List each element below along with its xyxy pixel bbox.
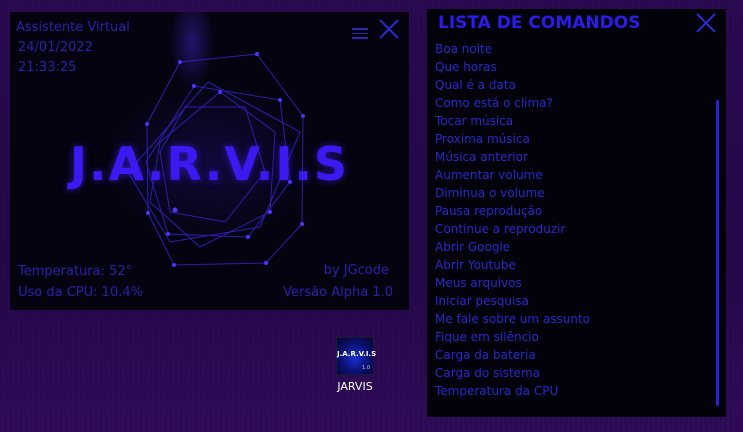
- command-list-title: LISTA DE COMANDOS: [438, 13, 641, 33]
- command-item: Continue a reproduzir: [435, 222, 566, 236]
- scrollbar[interactable]: [716, 100, 719, 406]
- desktop-icon-label: JARVIS: [337, 380, 373, 393]
- command-item: Abrir Youtube: [435, 258, 516, 272]
- command-list: Boa noite Que horas Qual é a data Como e…: [435, 40, 590, 400]
- command-item: Temperatura da CPU: [435, 384, 559, 398]
- command-item: Aumentar volume: [435, 168, 543, 182]
- command-item: Carga da bateria: [435, 348, 536, 362]
- command-list-window: LISTA DE COMANDOS Boa noite Que horas Qu…: [427, 9, 726, 417]
- command-item: Me fale sobre um assunto: [435, 312, 590, 326]
- hamburger-icon[interactable]: [352, 28, 368, 42]
- current-date: 24/01/2022: [18, 40, 93, 55]
- command-item: Que horas: [435, 60, 497, 74]
- close-icon[interactable]: [378, 18, 400, 40]
- command-item: Meus arquivos: [435, 276, 522, 290]
- app-title: Assistente Virtual: [16, 20, 130, 35]
- temperature-readout: Temperatura: 52°: [18, 264, 133, 279]
- jarvis-window: Assistente Virtual 24/01/2022 21:33:25 J…: [10, 12, 409, 310]
- command-item: Fique em silêncio: [435, 330, 539, 344]
- command-item: Pausa reprodução: [435, 204, 543, 218]
- command-item: Proxima música: [435, 132, 530, 146]
- command-item: Diminua o volume: [435, 186, 545, 200]
- app-icon-subtext: 1.0: [362, 365, 370, 371]
- command-item: Qual é a data: [435, 78, 516, 92]
- current-time: 21:33:25: [18, 60, 77, 75]
- jarvis-logo: J.A.R.V.I.S: [69, 137, 350, 191]
- command-item: Carga do sistema: [435, 366, 540, 380]
- command-item: Boa noite: [435, 42, 493, 56]
- command-item: Música anterior: [435, 150, 528, 164]
- command-item: Abrir Google: [435, 240, 511, 254]
- close-icon[interactable]: [695, 12, 717, 34]
- author-credit: by JGcode: [323, 263, 389, 278]
- cpu-usage-readout: Uso da CPU: 10.4%: [18, 285, 143, 300]
- jarvis-desktop-shortcut[interactable]: J.A.R.V.I.S 1.0 JARVIS: [330, 337, 380, 393]
- version-label: Versão Alpha 1.0: [283, 285, 393, 300]
- app-icon-text: J.A.R.V.I.S: [337, 350, 377, 358]
- command-item: Tocar música: [435, 114, 514, 128]
- command-item: Como está o clima?: [435, 96, 553, 110]
- command-item: Iniciar pesquisa: [435, 294, 529, 308]
- jarvis-app-icon: J.A.R.V.I.S 1.0: [336, 337, 377, 375]
